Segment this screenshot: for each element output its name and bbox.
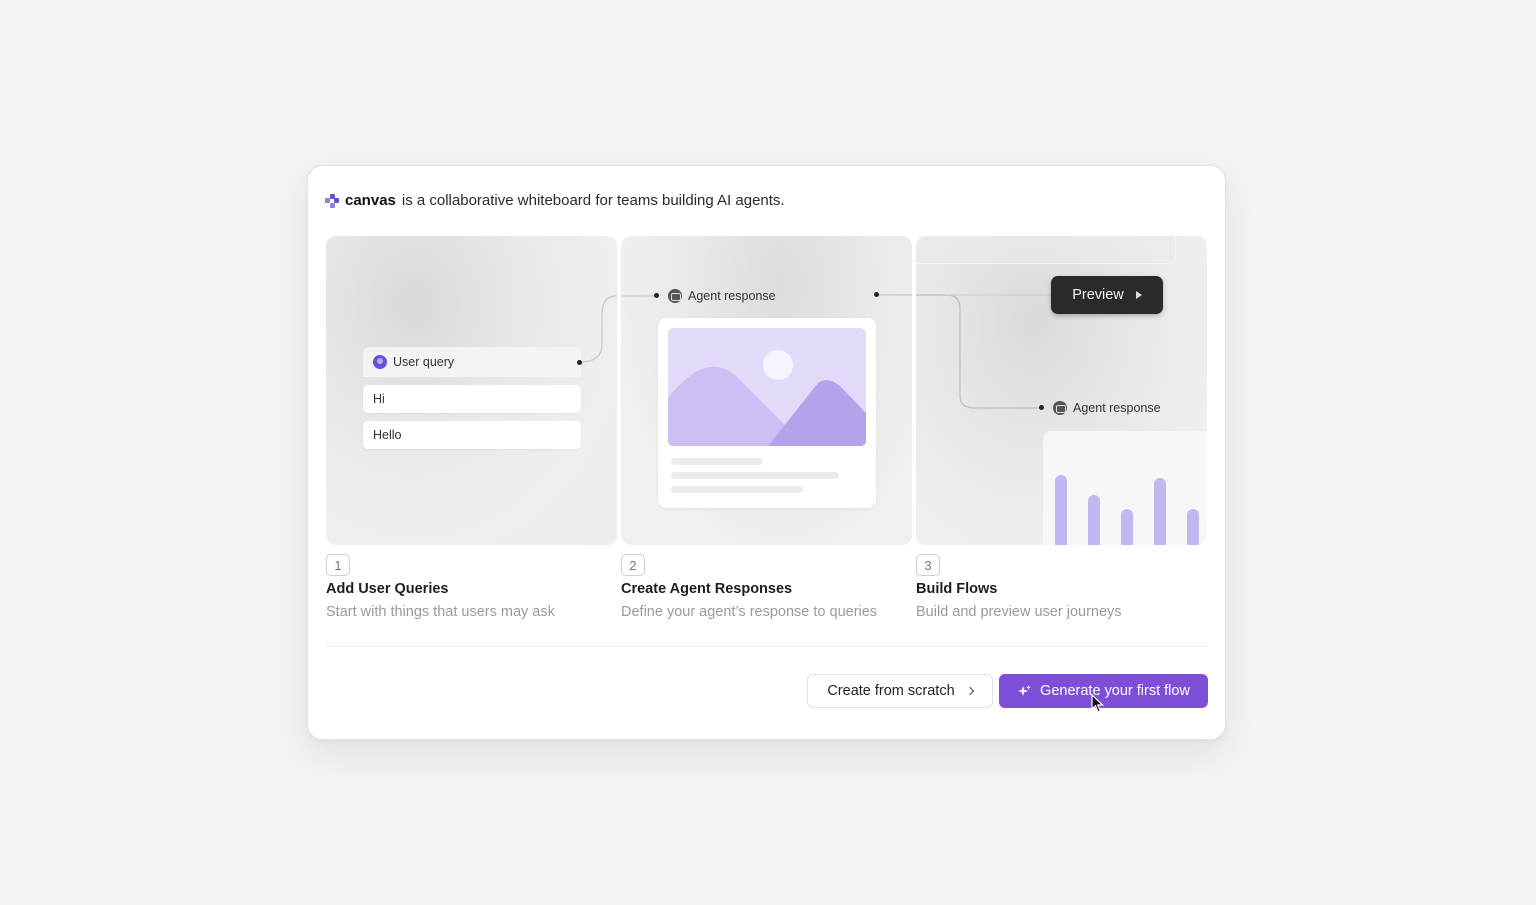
sparkle-icon xyxy=(1018,684,1032,696)
canvas-logo-icon xyxy=(325,193,339,208)
generate-first-flow-label: Generate your first flow xyxy=(1040,683,1190,699)
bot-icon xyxy=(668,289,682,303)
bot-icon xyxy=(1053,401,1067,415)
image-placeholder-icon xyxy=(668,328,866,446)
illustration-build-flows: Preview Agent response xyxy=(916,236,1207,545)
step-description: Define your agent’s response to queries xyxy=(621,604,878,620)
step-title: Create Agent Responses xyxy=(621,581,793,597)
query-pill: Hello xyxy=(363,421,581,449)
footer-divider xyxy=(326,646,1208,647)
agent-response-label: Agent response xyxy=(1073,401,1161,415)
step-number-badge: 3 xyxy=(916,554,940,576)
create-from-scratch-label: Create from scratch xyxy=(827,683,955,699)
text-placeholder xyxy=(671,458,763,465)
step-add-user-queries: User query Hi Hello 1 Add User Queries S… xyxy=(326,236,617,620)
step-title: Build Flows xyxy=(916,581,998,597)
query-pill: Hi xyxy=(363,385,581,413)
onboarding-modal: canvas is a collaborative whiteboard for… xyxy=(307,165,1226,740)
mouse-cursor-icon xyxy=(1091,694,1104,713)
step-description: Build and preview user journeys xyxy=(916,604,1122,620)
step-build-flows: Preview Agent response 3 Build Flows Bui… xyxy=(916,236,1207,620)
chart-bar xyxy=(1154,478,1166,545)
illustration-agent-responses: Agent response xyxy=(621,236,912,545)
preview-button-illustration: Preview xyxy=(1051,276,1163,314)
user-avatar-icon xyxy=(373,355,387,369)
preview-label: Preview xyxy=(1072,287,1124,303)
create-from-scratch-button[interactable]: Create from scratch xyxy=(807,674,993,708)
step-description: Start with things that users may ask xyxy=(326,604,555,620)
output-port xyxy=(577,360,582,365)
chevron-right-icon xyxy=(965,686,974,696)
agent-response-label: Agent response xyxy=(688,289,776,303)
play-icon xyxy=(1135,291,1142,299)
chart-bar xyxy=(1055,475,1067,545)
text-placeholder xyxy=(671,486,803,493)
chart-bar xyxy=(1121,509,1133,545)
step-number-badge: 2 xyxy=(621,554,645,576)
user-query-node-header: User query xyxy=(363,347,581,377)
steps-row: User query Hi Hello 1 Add User Queries S… xyxy=(326,236,1208,626)
step-number-badge: 1 xyxy=(326,554,350,576)
step-create-agent-responses: Agent response 2 Create Agent Responses … xyxy=(621,236,912,620)
modal-header: canvas is a collaborative whiteboard for… xyxy=(325,192,785,209)
brand-name: canvas xyxy=(345,192,396,209)
header-tagline: is a collaborative whiteboard for teams … xyxy=(401,192,785,209)
output-port xyxy=(874,292,879,297)
response-card xyxy=(658,318,876,508)
step-title: Add User Queries xyxy=(326,581,449,597)
chart-bar xyxy=(1187,509,1199,545)
chart-bar xyxy=(1088,495,1100,545)
agent-response-node-header: Agent response xyxy=(658,281,876,311)
mini-bar-chart xyxy=(1043,431,1207,545)
text-placeholder xyxy=(671,472,839,479)
illustration-user-queries: User query Hi Hello xyxy=(326,236,617,545)
agent-response-node-header: Agent response xyxy=(1043,393,1207,423)
user-query-label: User query xyxy=(393,355,455,369)
